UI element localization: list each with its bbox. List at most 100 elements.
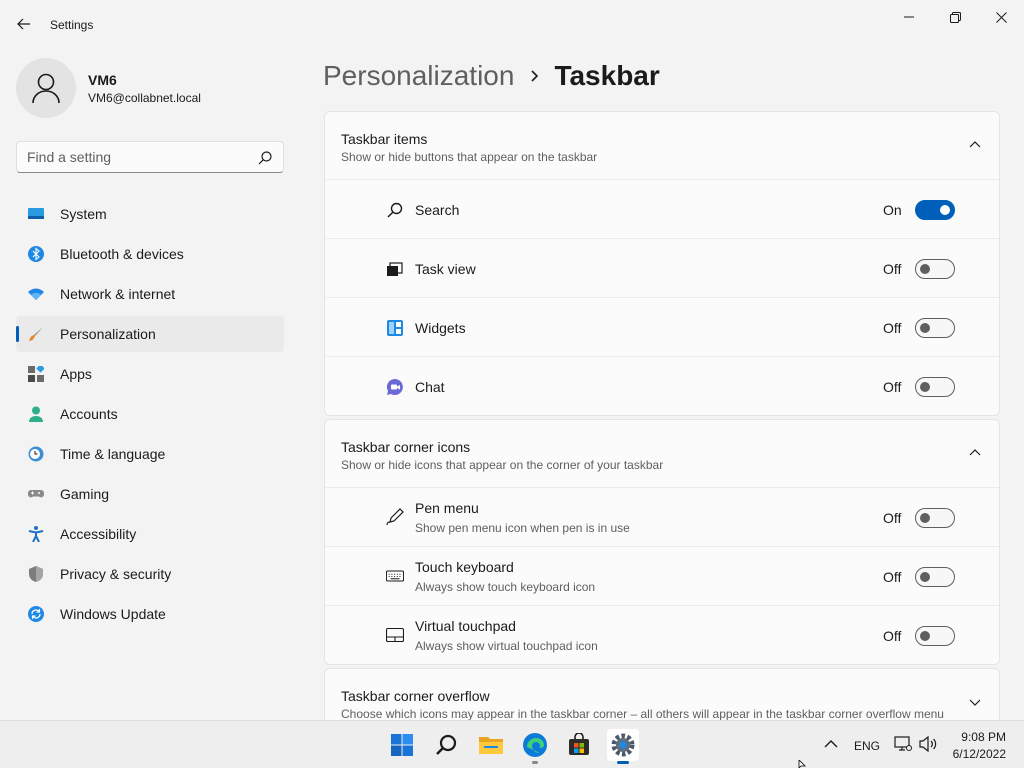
avatar[interactable] (16, 58, 76, 118)
sidebar-item-apps[interactable]: Apps (16, 356, 284, 392)
setting-label: Touch keyboard (415, 559, 514, 575)
taskbar-corner-icons-header[interactable]: Taskbar corner icons Show or hide icons … (325, 420, 999, 488)
search-toggle[interactable] (915, 200, 955, 220)
task-view-toggle[interactable] (915, 259, 955, 279)
brush-icon (29, 327, 43, 341)
restore-button[interactable] (932, 4, 978, 30)
minimize-icon (904, 16, 914, 18)
widgets-toggle[interactable] (915, 318, 955, 338)
taskbar: ENG 9:08 PM 6/12/2022 (0, 720, 1024, 768)
setting-label: Virtual touchpad (415, 618, 516, 634)
page-title: Taskbar (554, 60, 660, 91)
chevron-up-icon[interactable] (969, 140, 981, 150)
restore-icon (949, 11, 961, 23)
taskbar-corner-icons-section: Taskbar corner icons Show or hide icons … (324, 419, 1000, 665)
chevron-down-icon[interactable] (969, 697, 981, 707)
virtual-touchpad-toggle[interactable] (915, 626, 955, 646)
sidebar-item-label: Windows Update (60, 606, 166, 622)
section-subtitle: Choose which icons may appear in the tas… (341, 707, 944, 721)
back-arrow-icon (17, 18, 30, 30)
pen-menu-toggle[interactable] (915, 508, 955, 528)
update-icon (28, 606, 44, 622)
sidebar-item-gaming[interactable]: Gaming (16, 476, 284, 512)
sidebar-item-label: Accounts (60, 406, 118, 422)
toggle-knob (920, 513, 930, 523)
sidebar-item-bluetooth[interactable]: Bluetooth & devices (16, 236, 284, 272)
clock-date[interactable]: 6/12/2022 (950, 747, 1006, 761)
toggle-state: Off (883, 261, 902, 277)
user-name: VM6 (88, 72, 117, 88)
breadcrumb: Personalization Taskbar (323, 58, 660, 94)
touchpad-icon (386, 627, 404, 643)
chat-toggle[interactable] (915, 377, 955, 397)
sidebar-item-accounts[interactable]: Accounts (16, 396, 284, 432)
close-button[interactable] (978, 4, 1024, 30)
sidebar-item-windows-update[interactable]: Windows Update (16, 596, 284, 632)
taskbar-corner-overflow-section[interactable]: Taskbar corner overflow Choose which ico… (324, 668, 1000, 728)
store-button[interactable] (563, 729, 595, 761)
touch-keyboard-toggle[interactable] (915, 567, 955, 587)
setting-description: Always show virtual touchpad icon (415, 639, 598, 653)
pen-icon (386, 508, 404, 526)
breadcrumb-parent[interactable]: Personalization (323, 60, 514, 92)
title-bar: Settings (0, 0, 1024, 48)
sidebar-item-privacy[interactable]: Privacy & security (16, 556, 284, 592)
toggle-state: Off (883, 569, 902, 585)
setting-label: Chat (415, 379, 445, 395)
setting-row-virtual-touchpad: Virtual touchpad Always show virtual tou… (325, 606, 999, 664)
settings-button[interactable] (607, 729, 639, 764)
toggle-knob (920, 382, 930, 392)
toggle-state: Off (883, 320, 902, 336)
setting-row-pen-menu: Pen menu Show pen menu icon when pen is … (325, 488, 999, 547)
chevron-right-icon (531, 70, 539, 82)
setting-row-touch-keyboard: Touch keyboard Always show touch keyboar… (325, 547, 999, 606)
file-explorer-button[interactable] (475, 729, 507, 761)
setting-label: Search (415, 202, 460, 218)
clock-time[interactable]: 9:08 PM (950, 730, 1006, 744)
system-icon (28, 208, 44, 219)
app-title: Settings (50, 18, 94, 32)
active-app-indicator (617, 761, 629, 764)
sidebar-item-accessibility[interactable]: Accessibility (16, 516, 284, 552)
network-icon[interactable] (894, 736, 912, 752)
search-box[interactable] (16, 141, 284, 173)
user-icon (32, 73, 60, 104)
edge-button[interactable] (519, 729, 551, 764)
sidebar-item-personalization[interactable]: Personalization (16, 316, 284, 352)
sidebar-item-label: Accessibility (60, 526, 137, 542)
user-email: VM6@collabnet.local (88, 91, 201, 105)
setting-row-chat: Chat Off (325, 357, 999, 415)
toggle-knob (940, 205, 950, 215)
language-indicator[interactable]: ENG (854, 739, 880, 753)
chevron-up-icon[interactable] (824, 739, 838, 749)
edge-icon (523, 733, 547, 757)
chat-icon (386, 378, 403, 395)
settings-icon (611, 733, 635, 757)
sidebar-item-system[interactable]: System (16, 196, 284, 232)
bluetooth-icon (28, 246, 44, 262)
toggle-knob (920, 631, 930, 641)
section-subtitle: Show or hide icons that appear on the co… (341, 458, 664, 472)
sidebar-item-time-language[interactable]: Time & language (16, 436, 284, 472)
back-button[interactable] (12, 10, 36, 38)
setting-row-search: Search On (325, 180, 999, 239)
sidebar-item-label: Gaming (60, 486, 110, 502)
widgets-icon (387, 320, 403, 336)
sidebar-item-label: Apps (60, 366, 92, 382)
sidebar-item-label: System (60, 206, 107, 222)
sidebar-item-label: Network & internet (60, 286, 176, 302)
toggle-state: On (883, 202, 902, 218)
start-button[interactable] (386, 729, 418, 761)
volume-icon[interactable] (918, 736, 938, 752)
sidebar-item-network[interactable]: Network & internet (16, 276, 284, 312)
apps-icon (28, 366, 44, 382)
setting-description: Always show touch keyboard icon (415, 580, 596, 594)
search-input[interactable] (27, 148, 247, 166)
file-explorer-icon (479, 737, 503, 754)
taskbar-search-button[interactable] (431, 729, 463, 761)
search-icon (258, 151, 272, 165)
chevron-up-icon[interactable] (969, 448, 981, 458)
taskbar-items-header[interactable]: Taskbar items Show or hide buttons that … (325, 112, 999, 180)
section-title: Taskbar items (341, 131, 428, 147)
minimize-button[interactable] (886, 4, 932, 30)
